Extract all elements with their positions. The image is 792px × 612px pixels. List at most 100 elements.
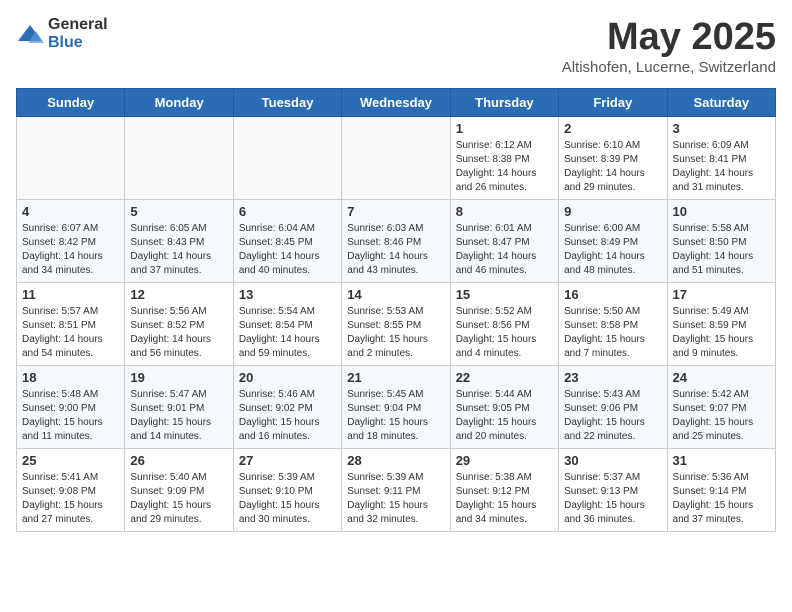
day-header-sunday: Sunday <box>17 89 125 117</box>
calendar-cell: 26 Sunrise: 5:40 AMSunset: 9:09 PMDayligh… <box>125 449 233 532</box>
day-info: Sunrise: 5:43 AMSunset: 9:06 PMDaylight:… <box>564 388 661 444</box>
calendar-cell <box>342 117 450 200</box>
calendar-header-row: SundayMondayTuesdayWednesdayThursdayFrid… <box>17 89 776 117</box>
day-number: 20 <box>239 370 336 385</box>
day-number: 30 <box>564 453 661 468</box>
day-number: 15 <box>456 287 553 302</box>
day-info: Sunrise: 5:52 AMSunset: 8:56 PMDaylight:… <box>456 305 553 361</box>
calendar-cell: 9 Sunrise: 6:00 AMSunset: 8:49 PMDaylight… <box>559 200 667 283</box>
day-number: 22 <box>456 370 553 385</box>
day-number: 27 <box>239 453 336 468</box>
day-number: 9 <box>564 204 661 219</box>
calendar-cell <box>233 117 341 200</box>
day-info: Sunrise: 6:04 AMSunset: 8:45 PMDaylight:… <box>239 222 336 278</box>
day-number: 31 <box>673 453 770 468</box>
day-info: Sunrise: 5:45 AMSunset: 9:04 PMDaylight:… <box>347 388 444 444</box>
day-header-tuesday: Tuesday <box>233 89 341 117</box>
day-info: Sunrise: 5:50 AMSunset: 8:58 PMDaylight:… <box>564 305 661 361</box>
day-number: 12 <box>130 287 227 302</box>
logo-icon <box>16 23 44 45</box>
day-number: 17 <box>673 287 770 302</box>
calendar-cell: 24Sunrise: 5:42 AMSunset: 9:07 PMDayligh… <box>667 366 775 449</box>
calendar-cell: 12 Sunrise: 5:56 AMSunset: 8:52 PMDayligh… <box>125 283 233 366</box>
calendar-cell: 20 Sunrise: 5:46 AMSunset: 9:02 PMDayligh… <box>233 366 341 449</box>
day-info: Sunrise: 5:37 AMSunset: 9:13 PMDaylight:… <box>564 471 661 527</box>
day-info: Sunrise: 5:56 AMSunset: 8:52 PMDaylight:… <box>130 305 227 361</box>
calendar-cell: 6 Sunrise: 6:04 AMSunset: 8:45 PMDaylight… <box>233 200 341 283</box>
day-info: Sunrise: 5:40 AMSunset: 9:09 PMDaylight:… <box>130 471 227 527</box>
logo-blue: Blue <box>48 34 83 51</box>
calendar-cell: 21 Sunrise: 5:45 AMSunset: 9:04 PMDayligh… <box>342 366 450 449</box>
calendar-cell: 28 Sunrise: 5:39 AMSunset: 9:11 PMDayligh… <box>342 449 450 532</box>
day-info: Sunrise: 6:05 AMSunset: 8:43 PMDaylight:… <box>130 222 227 278</box>
calendar-week-3: 11Sunrise: 5:57 AMSunset: 8:51 PMDayligh… <box>17 283 776 366</box>
day-number: 16 <box>564 287 661 302</box>
calendar-cell: 31 Sunrise: 5:36 AMSunset: 9:14 PMDayligh… <box>667 449 775 532</box>
day-info: Sunrise: 6:10 AMSunset: 8:39 PMDaylight:… <box>564 139 661 195</box>
calendar-cell: 14 Sunrise: 5:53 AMSunset: 8:55 PMDayligh… <box>342 283 450 366</box>
calendar-cell: 1 Sunrise: 6:12 AMSunset: 8:38 PMDaylight… <box>450 117 558 200</box>
calendar-cell: 8 Sunrise: 6:01 AMSunset: 8:47 PMDaylight… <box>450 200 558 283</box>
day-number: 26 <box>130 453 227 468</box>
calendar-cell: 17Sunrise: 5:49 AMSunset: 8:59 PMDayligh… <box>667 283 775 366</box>
day-number: 18 <box>22 370 119 385</box>
calendar-cell: 27Sunrise: 5:39 AMSunset: 9:10 PMDayligh… <box>233 449 341 532</box>
day-number: 11 <box>22 287 119 302</box>
calendar-cell: 22 Sunrise: 5:44 AMSunset: 9:05 PMDayligh… <box>450 366 558 449</box>
calendar-cell: 7Sunrise: 6:03 AMSunset: 8:46 PMDaylight… <box>342 200 450 283</box>
day-number: 24 <box>673 370 770 385</box>
day-header-saturday: Saturday <box>667 89 775 117</box>
calendar-cell: 30 Sunrise: 5:37 AMSunset: 9:13 PMDayligh… <box>559 449 667 532</box>
day-number: 6 <box>239 204 336 219</box>
day-info: Sunrise: 5:44 AMSunset: 9:05 PMDaylight:… <box>456 388 553 444</box>
day-info: Sunrise: 6:12 AMSunset: 8:38 PMDaylight:… <box>456 139 553 195</box>
day-number: 3 <box>673 121 770 136</box>
calendar-cell: 18 Sunrise: 5:48 AMSunset: 9:00 PMDayligh… <box>17 366 125 449</box>
calendar-cell <box>17 117 125 200</box>
day-number: 19 <box>130 370 227 385</box>
calendar-cell: 2 Sunrise: 6:10 AMSunset: 8:39 PMDaylight… <box>559 117 667 200</box>
day-info: Sunrise: 6:09 AMSunset: 8:41 PMDaylight:… <box>673 139 770 195</box>
day-info: Sunrise: 5:58 AMSunset: 8:50 PMDaylight:… <box>673 222 770 278</box>
day-number: 23 <box>564 370 661 385</box>
day-number: 2 <box>564 121 661 136</box>
day-number: 1 <box>456 121 553 136</box>
calendar-cell: 11Sunrise: 5:57 AMSunset: 8:51 PMDayligh… <box>17 283 125 366</box>
day-info: Sunrise: 5:46 AMSunset: 9:02 PMDaylight:… <box>239 388 336 444</box>
day-info: Sunrise: 5:47 AMSunset: 9:01 PMDaylight:… <box>130 388 227 444</box>
day-number: 10 <box>673 204 770 219</box>
day-info: Sunrise: 6:01 AMSunset: 8:47 PMDaylight:… <box>456 222 553 278</box>
calendar-cell: 10 Sunrise: 5:58 AMSunset: 8:50 PMDayligh… <box>667 200 775 283</box>
calendar-cell <box>125 117 233 200</box>
day-number: 5 <box>130 204 227 219</box>
day-number: 25 <box>22 453 119 468</box>
calendar-week-4: 18 Sunrise: 5:48 AMSunset: 9:00 PMDayligh… <box>17 366 776 449</box>
day-header-monday: Monday <box>125 89 233 117</box>
calendar-cell: 19 Sunrise: 5:47 AMSunset: 9:01 PMDayligh… <box>125 366 233 449</box>
calendar-cell: 23 Sunrise: 5:43 AMSunset: 9:06 PMDayligh… <box>559 366 667 449</box>
day-header-thursday: Thursday <box>450 89 558 117</box>
day-header-friday: Friday <box>559 89 667 117</box>
day-number: 14 <box>347 287 444 302</box>
calendar-cell: 29 Sunrise: 5:38 AMSunset: 9:12 PMDayligh… <box>450 449 558 532</box>
main-title: May 2025 <box>562 16 776 59</box>
logo-general: General <box>48 16 108 33</box>
day-info: Sunrise: 6:00 AMSunset: 8:49 PMDaylight:… <box>564 222 661 278</box>
day-number: 8 <box>456 204 553 219</box>
day-info: Sunrise: 5:48 AMSunset: 9:00 PMDaylight:… <box>22 388 119 444</box>
day-info: Sunrise: 5:36 AMSunset: 9:14 PMDaylight:… <box>673 471 770 527</box>
day-number: 28 <box>347 453 444 468</box>
day-number: 21 <box>347 370 444 385</box>
calendar-week-2: 4Sunrise: 6:07 AMSunset: 8:42 PMDaylight… <box>17 200 776 283</box>
day-info: Sunrise: 5:39 AMSunset: 9:11 PMDaylight:… <box>347 471 444 527</box>
day-info: Sunrise: 5:53 AMSunset: 8:55 PMDaylight:… <box>347 305 444 361</box>
calendar-table: SundayMondayTuesdayWednesdayThursdayFrid… <box>16 88 776 532</box>
day-number: 29 <box>456 453 553 468</box>
day-info: Sunrise: 5:38 AMSunset: 9:12 PMDaylight:… <box>456 471 553 527</box>
calendar-cell: 13Sunrise: 5:54 AMSunset: 8:54 PMDayligh… <box>233 283 341 366</box>
day-info: Sunrise: 5:41 AMSunset: 9:08 PMDaylight:… <box>22 471 119 527</box>
calendar-week-5: 25 Sunrise: 5:41 AMSunset: 9:08 PMDayligh… <box>17 449 776 532</box>
calendar-cell: 3 Sunrise: 6:09 AMSunset: 8:41 PMDaylight… <box>667 117 775 200</box>
calendar-cell: 5 Sunrise: 6:05 AMSunset: 8:43 PMDaylight… <box>125 200 233 283</box>
calendar-week-1: 1 Sunrise: 6:12 AMSunset: 8:38 PMDaylight… <box>17 117 776 200</box>
